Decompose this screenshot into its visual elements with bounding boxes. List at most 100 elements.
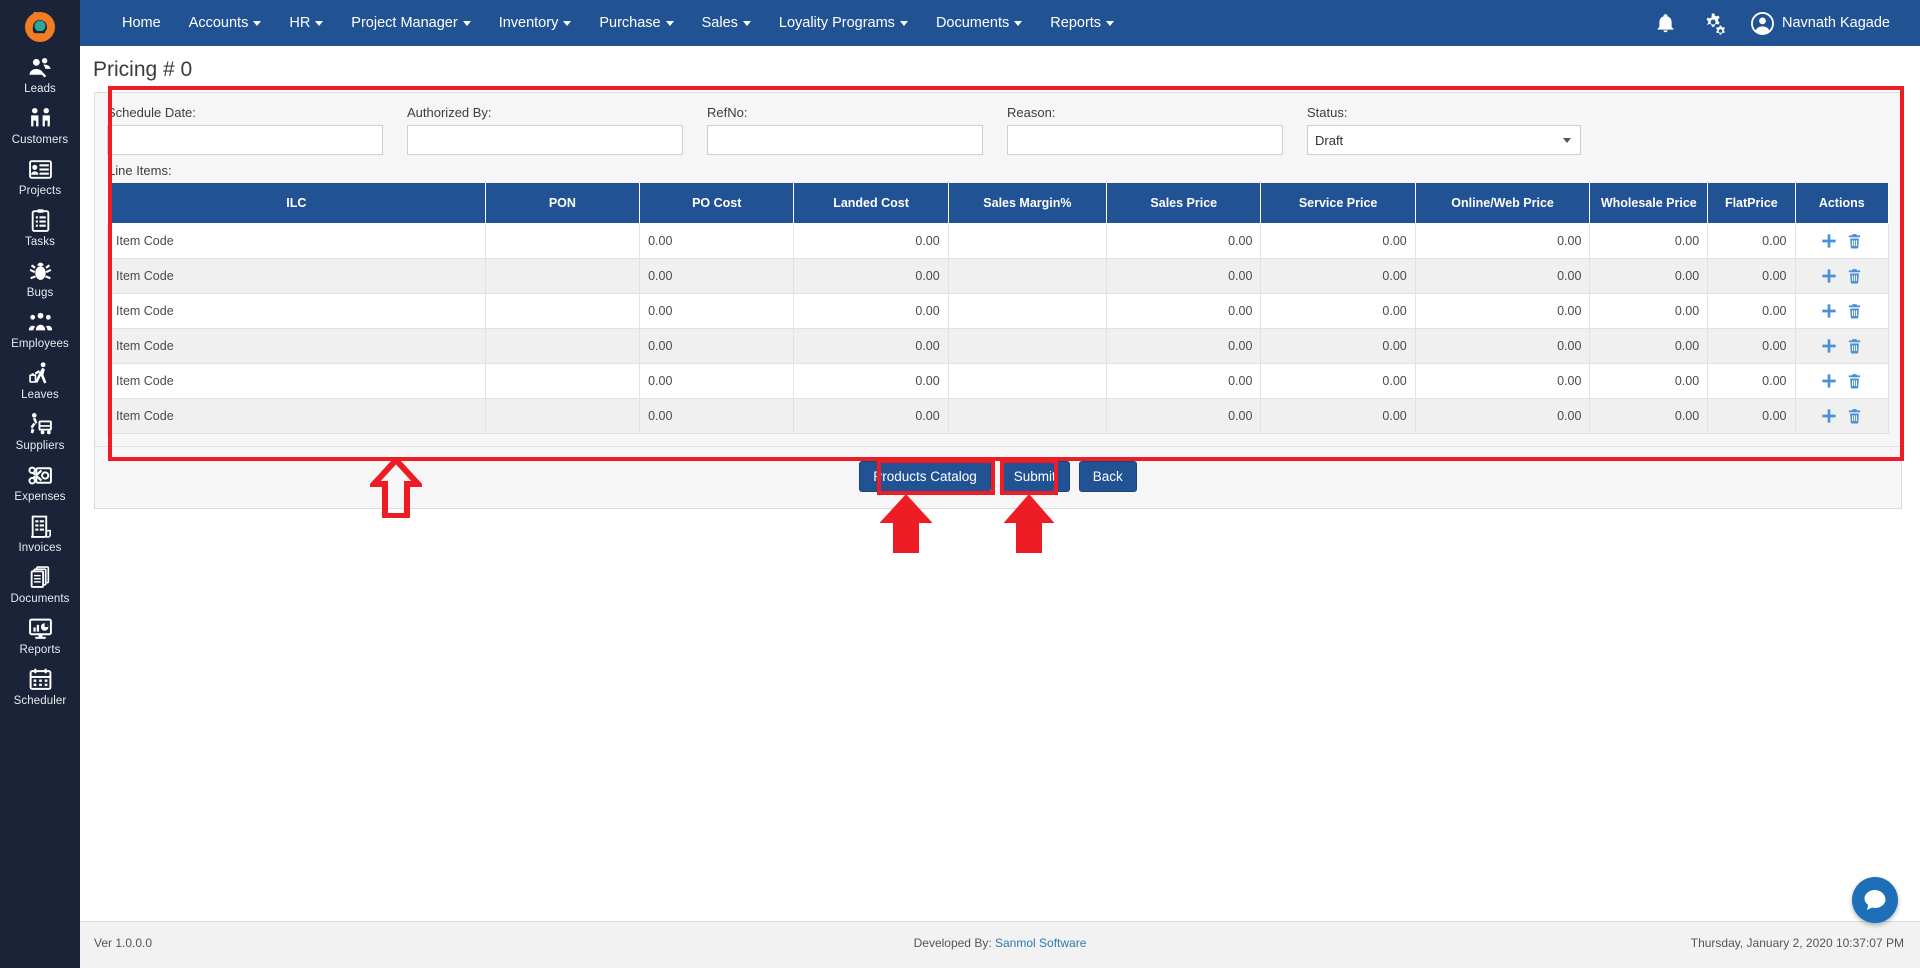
sidebar-item-leads[interactable]: Leads xyxy=(0,48,80,99)
cell-sales-margin[interactable] xyxy=(947,257,1108,294)
cell-flat-price[interactable]: 0.00 xyxy=(1707,257,1796,294)
back-button[interactable]: Back xyxy=(1078,460,1137,492)
cell-service-price[interactable]: 0.00 xyxy=(1260,397,1416,434)
cell-service-price[interactable]: 0.00 xyxy=(1260,327,1416,364)
cell-online-web-price[interactable]: 0.00 xyxy=(1414,362,1591,399)
cell-sales-margin[interactable] xyxy=(947,222,1108,259)
cell-online-web-price[interactable]: 0.00 xyxy=(1414,397,1591,434)
products-catalog-button[interactable]: Products Catalog xyxy=(859,460,991,492)
nav-item-purchase[interactable]: Purchase xyxy=(585,15,687,31)
cell-ilc[interactable]: Item Code xyxy=(107,292,486,329)
cell-wholesale-price[interactable]: 0.00 xyxy=(1589,257,1709,294)
cell-po-cost[interactable]: 0.00 xyxy=(639,362,795,399)
cell-ilc[interactable]: Item Code xyxy=(107,362,486,399)
cell-flat-price[interactable]: 0.00 xyxy=(1707,292,1796,329)
cell-landed-cost[interactable]: 0.00 xyxy=(793,222,949,259)
nav-item-accounts[interactable]: Accounts xyxy=(175,15,276,31)
status-select[interactable]: Draft xyxy=(1307,125,1581,155)
delete-row-icon[interactable] xyxy=(1847,233,1862,249)
cell-online-web-price[interactable]: 0.00 xyxy=(1414,257,1591,294)
cell-po-cost[interactable]: 0.00 xyxy=(639,257,795,294)
add-row-icon[interactable] xyxy=(1821,408,1837,424)
cell-flat-price[interactable]: 0.00 xyxy=(1707,327,1796,364)
delete-row-icon[interactable] xyxy=(1847,303,1862,319)
cell-flat-price[interactable]: 0.00 xyxy=(1707,397,1796,434)
cell-pon[interactable] xyxy=(484,292,641,329)
table-row[interactable]: Item Code 0.00 0.00 0.00 0.00 0.00 0.00 … xyxy=(107,292,1889,329)
cell-sales-price[interactable]: 0.00 xyxy=(1106,257,1262,294)
nav-item-documents[interactable]: Documents xyxy=(922,15,1036,31)
cell-sales-price[interactable]: 0.00 xyxy=(1106,362,1262,399)
add-row-icon[interactable] xyxy=(1821,268,1837,284)
table-row[interactable]: Item Code 0.00 0.00 0.00 0.00 0.00 0.00 … xyxy=(107,257,1889,294)
add-row-icon[interactable] xyxy=(1821,233,1837,249)
sidebar-item-reports[interactable]: Reports xyxy=(0,609,80,660)
chat-bubble-icon[interactable] xyxy=(1852,877,1898,923)
table-row[interactable]: Item Code 0.00 0.00 0.00 0.00 0.00 0.00 … xyxy=(107,362,1889,399)
delete-row-icon[interactable] xyxy=(1847,268,1862,284)
sidebar-item-documents[interactable]: Documents xyxy=(0,558,80,609)
cell-pon[interactable] xyxy=(484,362,641,399)
cell-pon[interactable] xyxy=(484,257,641,294)
cell-po-cost[interactable]: 0.00 xyxy=(639,292,795,329)
cell-sales-margin[interactable] xyxy=(947,397,1108,434)
sidebar-item-tasks[interactable]: Tasks xyxy=(0,201,80,252)
delete-row-icon[interactable] xyxy=(1847,338,1862,354)
nav-item-project-manager[interactable]: Project Manager xyxy=(337,15,484,31)
footer-developer-link[interactable]: Sanmol Software xyxy=(995,936,1086,950)
cell-service-price[interactable]: 0.00 xyxy=(1260,257,1416,294)
cell-po-cost[interactable]: 0.00 xyxy=(639,327,795,364)
add-row-icon[interactable] xyxy=(1821,303,1837,319)
nav-item-inventory[interactable]: Inventory xyxy=(485,15,586,31)
notification-bell-icon[interactable] xyxy=(1655,13,1676,34)
nav-item-sales[interactable]: Sales xyxy=(688,15,765,31)
authorized-by-field[interactable] xyxy=(407,125,683,155)
schedule-date-field[interactable] xyxy=(107,125,383,155)
nav-item-loyality-programs[interactable]: Loyality Programs xyxy=(765,15,922,31)
table-row[interactable]: Item Code 0.00 0.00 0.00 0.00 0.00 0.00 … xyxy=(107,222,1889,259)
cell-pon[interactable] xyxy=(484,397,641,434)
cell-online-web-price[interactable]: 0.00 xyxy=(1414,222,1591,259)
cell-ilc[interactable]: Item Code xyxy=(107,222,486,259)
cell-wholesale-price[interactable]: 0.00 xyxy=(1589,362,1709,399)
cell-po-cost[interactable]: 0.00 xyxy=(639,222,795,259)
table-row[interactable]: Item Code 0.00 0.00 0.00 0.00 0.00 0.00 … xyxy=(107,327,1889,364)
sidebar-item-invoices[interactable]: Invoices xyxy=(0,507,80,558)
cell-landed-cost[interactable]: 0.00 xyxy=(793,397,949,434)
cell-landed-cost[interactable]: 0.00 xyxy=(793,257,949,294)
cell-online-web-price[interactable]: 0.00 xyxy=(1414,327,1591,364)
cell-pon[interactable] xyxy=(484,222,641,259)
cell-wholesale-price[interactable]: 0.00 xyxy=(1589,292,1709,329)
sidebar-item-projects[interactable]: Projects xyxy=(0,150,80,201)
add-row-icon[interactable] xyxy=(1821,338,1837,354)
gears-settings-icon[interactable] xyxy=(1702,12,1725,35)
cell-ilc[interactable]: Item Code xyxy=(107,327,486,364)
user-menu[interactable]: Navnath Kagade xyxy=(1751,11,1890,35)
sidebar-item-bugs[interactable]: Bugs xyxy=(0,252,80,303)
delete-row-icon[interactable] xyxy=(1847,408,1862,424)
cell-sales-price[interactable]: 0.00 xyxy=(1106,327,1262,364)
cell-wholesale-price[interactable]: 0.00 xyxy=(1589,327,1709,364)
cell-online-web-price[interactable]: 0.00 xyxy=(1414,292,1591,329)
cell-sales-price[interactable]: 0.00 xyxy=(1106,397,1262,434)
cell-flat-price[interactable]: 0.00 xyxy=(1707,362,1796,399)
cell-ilc[interactable]: Item Code xyxy=(107,397,486,434)
cell-landed-cost[interactable]: 0.00 xyxy=(793,292,949,329)
brand-logo-icon[interactable] xyxy=(0,0,80,48)
cell-flat-price[interactable]: 0.00 xyxy=(1707,222,1796,259)
sidebar-item-leaves[interactable]: Leaves xyxy=(0,354,80,405)
cell-po-cost[interactable]: 0.00 xyxy=(639,397,795,434)
cell-sales-price[interactable]: 0.00 xyxy=(1106,292,1262,329)
cell-landed-cost[interactable]: 0.00 xyxy=(793,362,949,399)
sidebar-item-customers[interactable]: Customers xyxy=(0,99,80,150)
cell-wholesale-price[interactable]: 0.00 xyxy=(1589,397,1709,434)
sidebar-item-expenses[interactable]: Expenses xyxy=(0,456,80,507)
sidebar-item-suppliers[interactable]: Suppliers xyxy=(0,405,80,456)
cell-pon[interactable] xyxy=(484,327,641,364)
cell-sales-margin[interactable] xyxy=(947,362,1108,399)
delete-row-icon[interactable] xyxy=(1847,373,1862,389)
submit-button[interactable]: Submit xyxy=(999,460,1070,492)
nav-item-home[interactable]: Home xyxy=(108,15,175,31)
cell-wholesale-price[interactable]: 0.00 xyxy=(1589,222,1709,259)
nav-item-reports[interactable]: Reports xyxy=(1036,15,1128,31)
